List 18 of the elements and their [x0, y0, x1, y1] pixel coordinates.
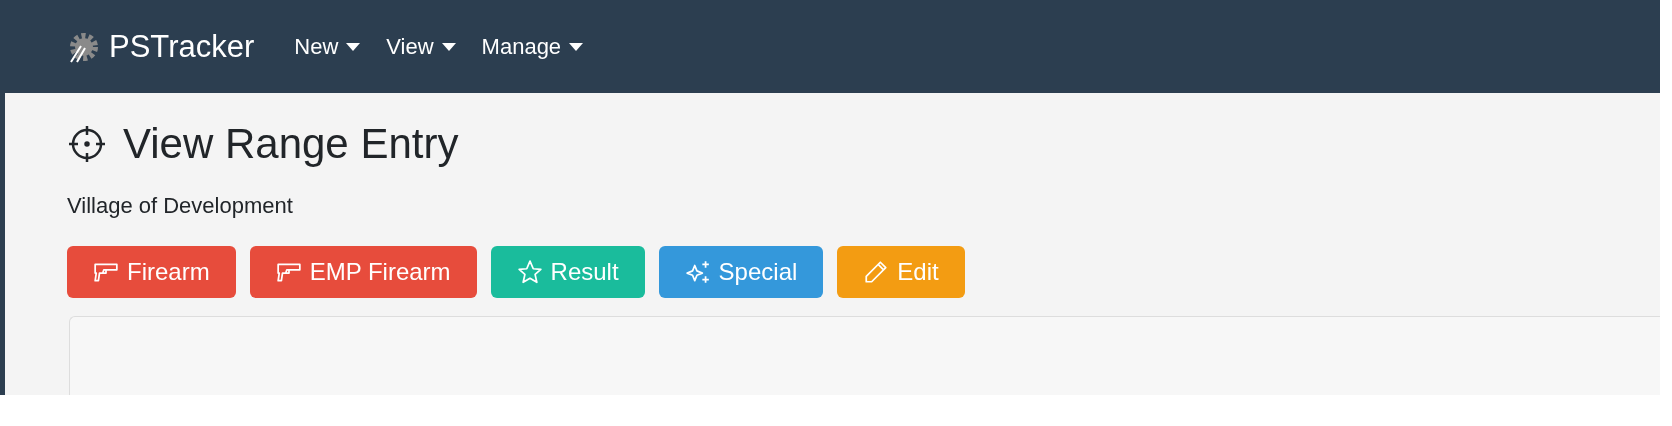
action-button[interactable]: Firearm — [67, 246, 236, 298]
sparkles-icon — [684, 259, 711, 285]
page-title: View Range Entry — [123, 123, 459, 165]
star-icon — [516, 259, 543, 285]
page-subtitle: Village of Development — [67, 192, 294, 220]
caret-icon — [569, 42, 584, 51]
action-button[interactable]: Special — [658, 246, 824, 298]
caret-icon — [346, 42, 361, 51]
action-button[interactable]: EMP Firearm — [249, 246, 477, 298]
crosshair-icon — [67, 124, 107, 164]
action-button[interactable]: Result — [490, 246, 645, 298]
nav-menu[interactable]: New — [294, 30, 361, 63]
action-button[interactable]: Edit — [837, 246, 965, 298]
pencil-icon — [863, 259, 890, 285]
nav-menu[interactable]: View — [386, 30, 456, 63]
caret-icon — [441, 42, 456, 51]
brand-link[interactable]: PSTracker — [109, 31, 255, 62]
nav-menu[interactable]: Manage — [481, 30, 584, 63]
